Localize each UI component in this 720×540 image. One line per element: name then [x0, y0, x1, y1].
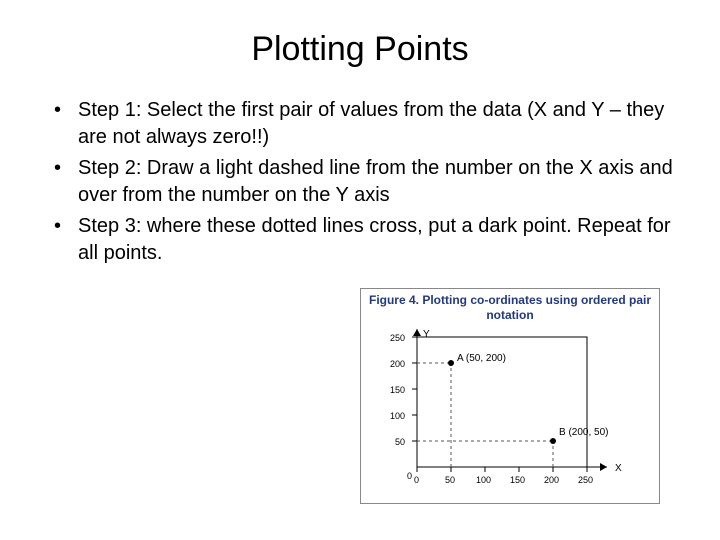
y-tick-250: 250 [390, 333, 405, 343]
y-axis-arrow-icon [413, 329, 421, 336]
y-tick-150: 150 [390, 385, 405, 395]
y-ticks [412, 337, 417, 441]
point-a-label: A (50, 200) [457, 353, 506, 364]
x-tick-100: 100 [476, 475, 491, 485]
coordinate-plot: 0 50 100 150 200 250 50 100 150 200 250 … [367, 327, 651, 497]
x-tick-0: 0 [414, 475, 419, 485]
x-tick-50: 50 [445, 475, 455, 485]
bullet-step-2: Step 2: Draw a light dashed line from th… [50, 155, 680, 209]
slide: Plotting Points Step 1: Select the first… [0, 0, 720, 540]
origin-label: 0 [407, 471, 412, 481]
x-ticks [417, 467, 587, 472]
y-tick-50: 50 [395, 437, 405, 447]
point-b [550, 438, 556, 444]
bullet-list: Step 1: Select the first pair of values … [50, 97, 680, 267]
x-tick-150: 150 [510, 475, 525, 485]
y-axis-label: Y [423, 329, 430, 340]
x-tick-200: 200 [544, 475, 559, 485]
x-axis-arrow-icon [600, 463, 607, 471]
page-title: Plotting Points [40, 30, 680, 69]
point-b-label: B (200, 50) [559, 427, 608, 438]
figure-panel: Figure 4. Plotting co-ordinates using or… [360, 288, 660, 504]
point-a [448, 360, 454, 366]
y-tick-100: 100 [390, 411, 405, 421]
bullet-step-1: Step 1: Select the first pair of values … [50, 97, 680, 151]
y-tick-200: 200 [390, 359, 405, 369]
x-axis-label: X [615, 463, 622, 474]
bullet-step-3: Step 3: where these dotted lines cross, … [50, 213, 680, 267]
figure-caption: Figure 4. Plotting co-ordinates using or… [367, 293, 653, 323]
x-tick-250: 250 [578, 475, 593, 485]
